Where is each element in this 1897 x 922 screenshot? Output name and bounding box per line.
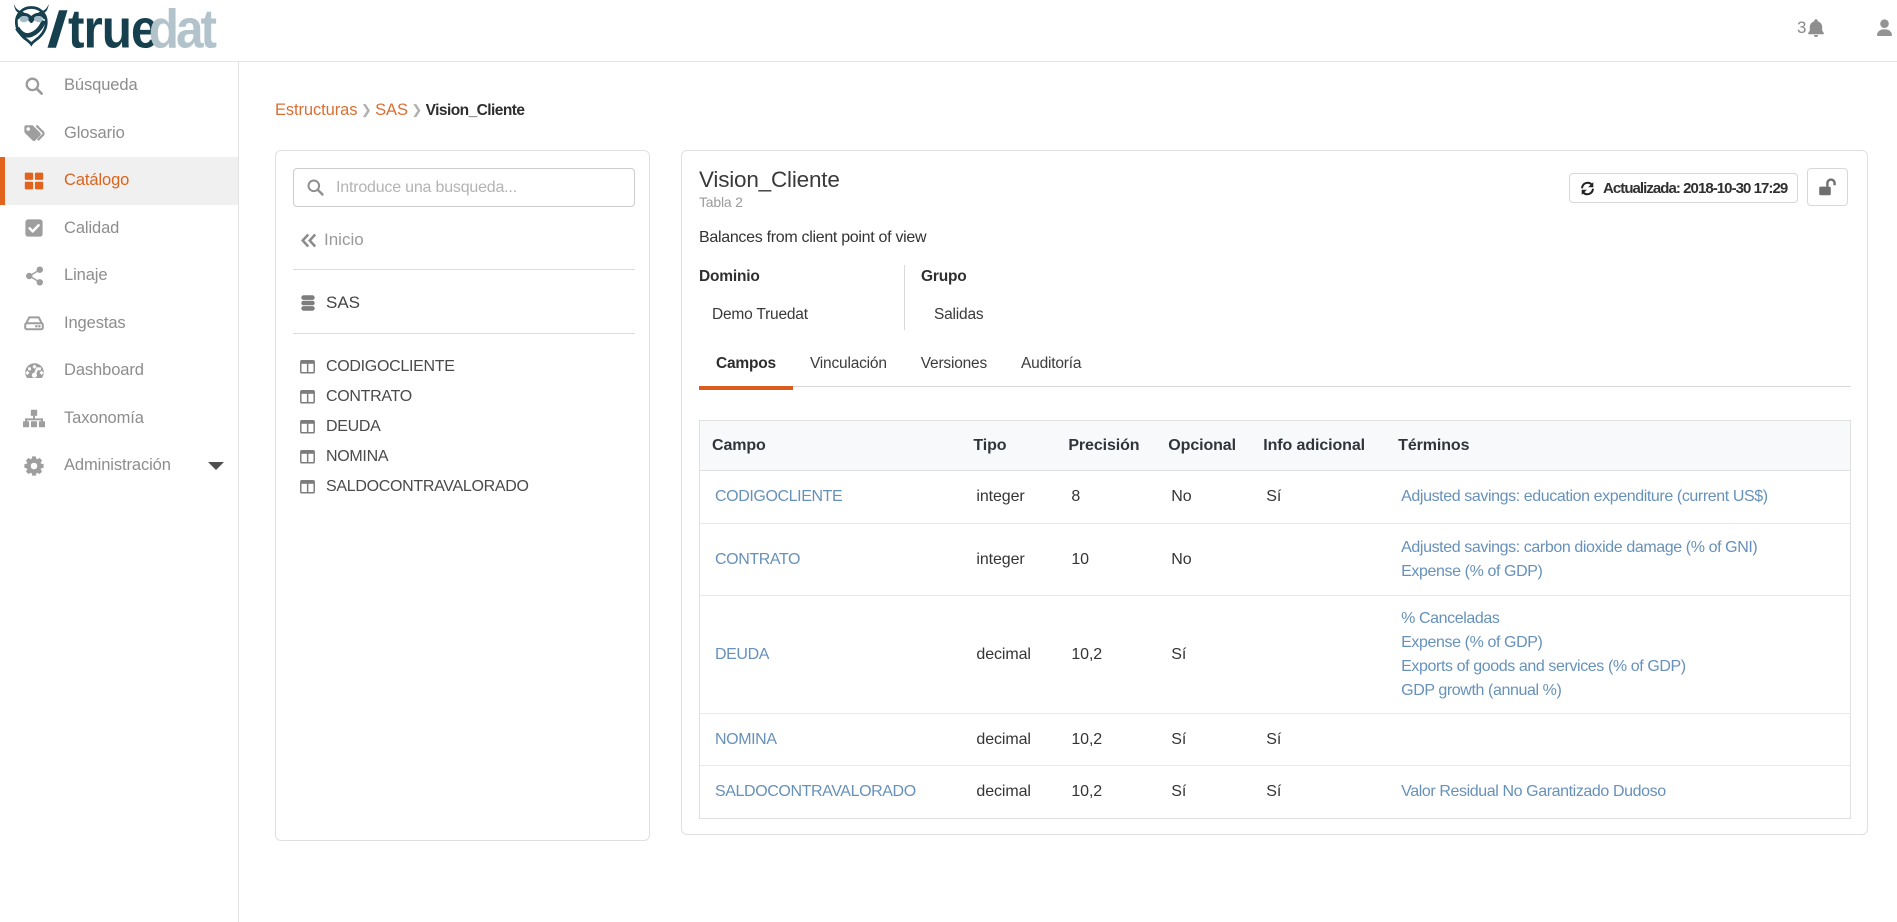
svg-text:dat: dat [149, 3, 217, 59]
svg-text:true: true [68, 3, 157, 59]
